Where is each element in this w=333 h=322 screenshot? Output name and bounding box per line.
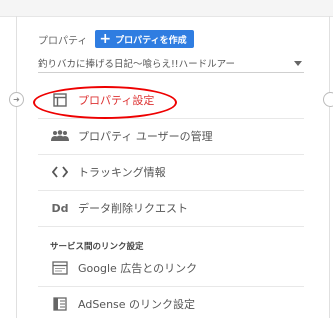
adsense-icon: [51, 295, 69, 313]
nav-item-label: Google 広告とのリンク: [78, 262, 198, 275]
property-selector-value: 釣りバカに捧げる日記～喰らえ!!ハードルアー: [38, 59, 236, 70]
google-ads-icon: [51, 259, 69, 277]
property-selector[interactable]: 釣りバカに捧げる日記～喰らえ!!ハードルアー: [38, 54, 304, 73]
nav-item-label: AdSense のリンク設定: [78, 298, 196, 311]
collapse-left-icon[interactable]: ➜: [9, 92, 24, 107]
admin-property-panel: ➜ プロパティ + プロパティを作成 釣りバカに捧げる日記～喰らえ!!ハードルア…: [0, 0, 333, 318]
property-header: プロパティ + プロパティを作成: [38, 30, 194, 48]
top-bar: [0, 0, 333, 17]
code-icon: [51, 163, 69, 181]
create-property-button[interactable]: + プロパティを作成: [95, 30, 194, 48]
right-divider: [329, 16, 330, 318]
plus-icon: +: [99, 31, 112, 47]
dropdown-caret-icon: [294, 60, 302, 66]
nav-item-user-management[interactable]: プロパティ ユーザーの管理: [38, 118, 304, 155]
nav-item-label: トラッキング情報: [78, 166, 166, 179]
users-icon: [51, 127, 69, 145]
property-label: プロパティ: [38, 35, 88, 47]
nav-item-label: プロパティ ユーザーの管理: [78, 130, 213, 143]
create-property-label: プロパティを作成: [115, 35, 187, 46]
dd-icon: Dd: [51, 201, 69, 215]
highlight-circle: [33, 86, 177, 119]
nav-item-label: データ削除リクエスト: [78, 202, 188, 215]
nav-item-google-ads-link[interactable]: Google 広告とのリンク: [38, 250, 304, 287]
nav-item-data-deletion[interactable]: Dd データ削除リクエスト: [38, 190, 304, 227]
left-divider: [16, 16, 17, 318]
collapse-right-icon[interactable]: [323, 92, 333, 107]
nav-item-tracking-info[interactable]: トラッキング情報: [38, 154, 304, 191]
nav-item-adsense-link[interactable]: AdSense のリンク設定: [38, 286, 304, 322]
